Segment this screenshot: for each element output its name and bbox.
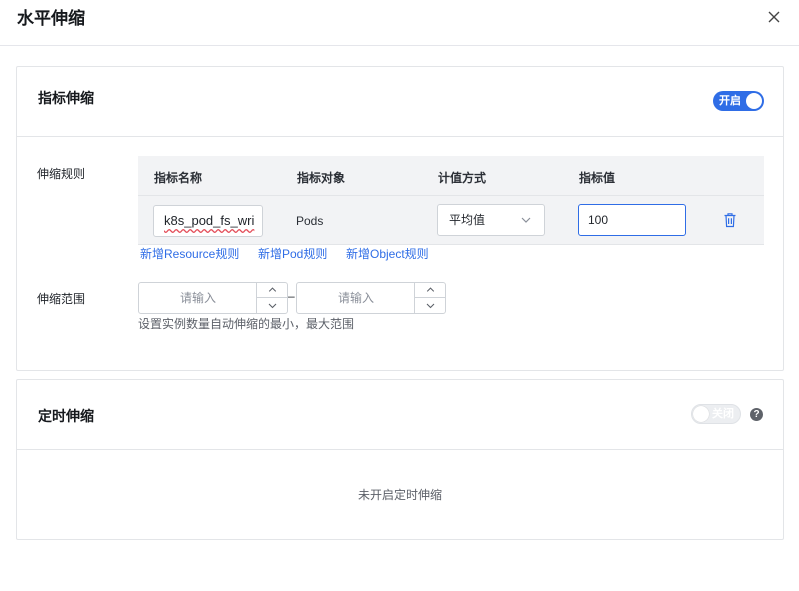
table-row: k8s_pod_fs_wri Pods 平均值 100 <box>138 196 764 245</box>
trash-icon[interactable] <box>723 212 737 228</box>
metric-scaling-toggle[interactable]: 开启 <box>713 91 764 111</box>
toggle-knob <box>693 406 709 422</box>
chevron-up-icon[interactable] <box>415 283 446 298</box>
min-replicas-input[interactable]: 请输入 <box>139 283 257 313</box>
toggle-knob <box>746 93 762 109</box>
chevron-down-icon[interactable] <box>415 298 446 313</box>
scheduled-scaling-header: 定时伸缩 关闭 ? <box>17 380 783 450</box>
empty-state-text: 未开启定时伸缩 <box>357 488 442 502</box>
rules-table: 指标名称 指标对象 计值方式 指标值 k8s_pod_fs_wri Pods 平… <box>138 156 764 245</box>
close-icon[interactable] <box>766 9 782 25</box>
max-replicas-input[interactable]: 请输入 <box>297 283 415 313</box>
add-pod-rule-link[interactable]: 新增Pod规则 <box>258 245 327 263</box>
chevron-down-icon[interactable] <box>257 298 288 313</box>
rules-label: 伸缩规则 <box>37 167 86 181</box>
metric-name-value: k8s_pod_fs_wri <box>164 213 255 228</box>
column-header: 指标对象 <box>297 171 346 185</box>
toggle-label: 关闭 <box>712 408 734 420</box>
calc-method-value: 平均值 <box>449 213 486 227</box>
stepper-buttons <box>414 283 446 313</box>
range-hint: 设置实例数量自动伸缩的最小，最大范围 <box>138 317 355 331</box>
metric-scaling-header: 指标伸缩 开启 <box>17 67 783 137</box>
metric-value-input[interactable]: 100 <box>578 204 686 236</box>
column-header: 指标名称 <box>154 171 203 185</box>
metric-scaling-title: 指标伸缩 <box>38 90 94 106</box>
column-header: 指标值 <box>579 171 616 185</box>
chevron-down-icon <box>521 217 531 223</box>
add-resource-rule-link[interactable]: 新增Resource规则 <box>140 245 239 263</box>
min-replicas-stepper[interactable]: 请输入 <box>138 282 288 314</box>
add-object-rule-link[interactable]: 新增Object规则 <box>346 245 429 263</box>
range-separator: – <box>288 289 295 303</box>
toggle-label: 开启 <box>719 95 741 107</box>
metric-target: Pods <box>296 214 324 228</box>
scheduled-scaling-title: 定时伸缩 <box>38 408 94 424</box>
chevron-up-icon[interactable] <box>257 283 288 298</box>
dialog-header: 水平伸缩 <box>0 0 799 46</box>
column-header: 计值方式 <box>438 171 487 185</box>
help-icon[interactable]: ? <box>750 408 763 421</box>
dialog-title: 水平伸缩 <box>17 9 85 28</box>
calc-method-select[interactable]: 平均值 <box>437 204 545 236</box>
metric-name-input[interactable]: k8s_pod_fs_wri <box>153 205 263 237</box>
range-label: 伸缩范围 <box>37 292 86 306</box>
scheduled-scaling-card: 定时伸缩 关闭 ? 未开启定时伸缩 <box>16 379 784 540</box>
max-replicas-stepper[interactable]: 请输入 <box>296 282 446 314</box>
rules-table-header: 指标名称 指标对象 计值方式 指标值 <box>138 156 764 196</box>
metric-scaling-card: 指标伸缩 开启 伸缩规则 指标名称 指标对象 计值方式 指标值 k8s_pod_… <box>16 66 784 371</box>
scheduled-scaling-toggle[interactable]: 关闭 <box>691 404 741 424</box>
stepper-buttons <box>256 283 288 313</box>
